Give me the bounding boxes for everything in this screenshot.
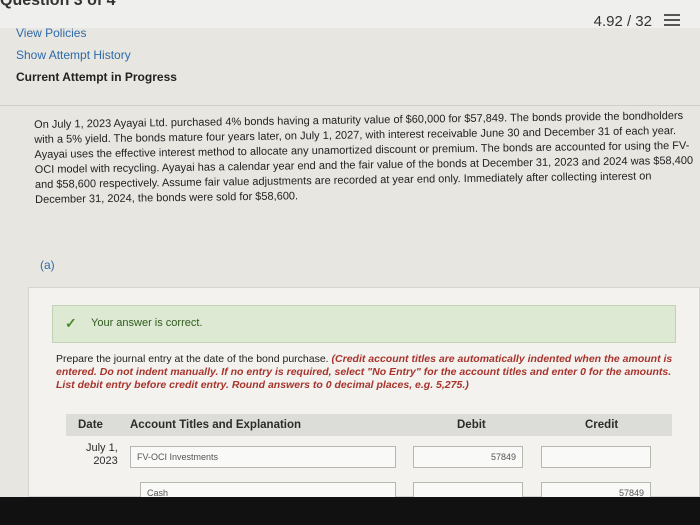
checkmark-icon: ✓ <box>65 315 77 331</box>
date-column-header: Date <box>78 419 103 431</box>
prompt-text: Prepare the journal entry at the date of… <box>56 353 329 365</box>
show-attempt-history-link[interactable]: Show Attempt History <box>16 48 131 62</box>
bottom-dark-bar <box>0 497 700 525</box>
entry-date-line2: 2023 <box>93 455 118 467</box>
top-bar: Question 3 of 4 4.92 / 32 <box>0 0 700 30</box>
view-policies-link[interactable]: View Policies <box>16 26 86 40</box>
account-column-header: Account Titles and Explanation <box>130 419 302 431</box>
current-attempt-label: Current Attempt in Progress <box>16 70 177 84</box>
correct-message: Your answer is correct. <box>91 317 203 329</box>
problem-statement: On July 1, 2023 Ayayai Ltd. purchased 4%… <box>34 109 694 206</box>
question-prompt: Prepare the journal entry at the date of… <box>56 353 676 392</box>
section-divider <box>0 105 700 106</box>
credit-column-header: Credit <box>585 419 619 431</box>
correct-answer-banner: ✓ Your answer is correct. <box>52 305 676 343</box>
attempt-links: View Policies Show Attempt History Curre… <box>16 26 177 92</box>
debit-column-header: Debit <box>457 419 486 431</box>
debit-amount-field[interactable]: 57849 <box>413 446 523 468</box>
part-a-label: (a) <box>40 258 55 272</box>
journal-table-header: Date Account Titles and Explanation Debi… <box>66 414 672 436</box>
credit-amount-field[interactable] <box>541 446 651 468</box>
entry-date: July 1, 2023 <box>86 442 118 468</box>
question-title: Question 3 of 4 <box>0 0 116 9</box>
score-display: 4.92 / 32 <box>593 13 652 30</box>
question-list-icon[interactable] <box>664 14 680 30</box>
entry-date-line1: July 1, <box>86 442 118 454</box>
account-title-field[interactable]: FV-OCI Investments <box>130 446 396 468</box>
